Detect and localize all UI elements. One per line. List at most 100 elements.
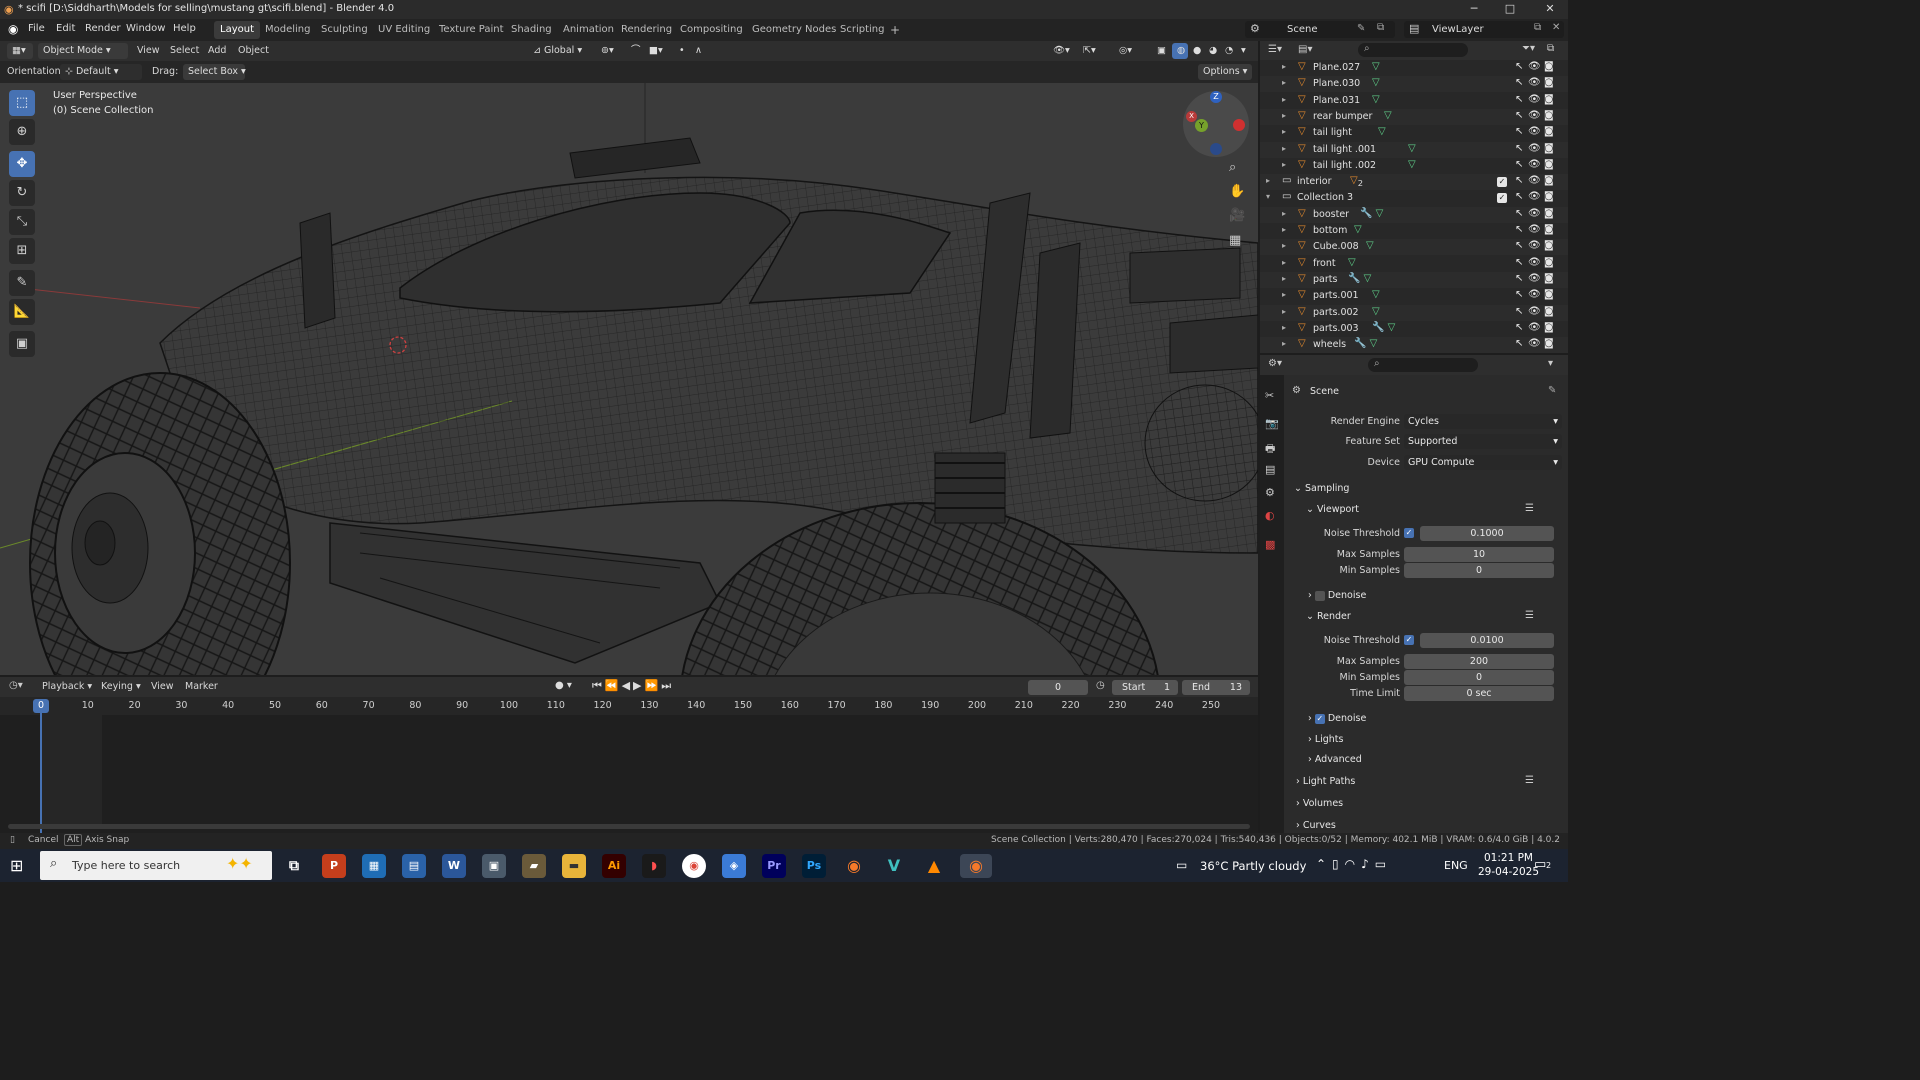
select-icon[interactable]: ↖: [1515, 273, 1523, 284]
render-subsection[interactable]: ⌄ Render: [1306, 611, 1351, 622]
r-noise-field[interactable]: 0.0100: [1420, 633, 1554, 648]
timeline-scrollbar[interactable]: [8, 824, 1250, 829]
playback-controls[interactable]: ⏮⏪◀▶⏩⏭: [592, 679, 674, 693]
camera-render-icon[interactable]: ◙: [1544, 159, 1554, 170]
windows-start-icon[interactable]: ⊞: [10, 856, 23, 875]
pictures-icon[interactable]: ▣: [482, 854, 506, 878]
chrome-icon[interactable]: ◉: [682, 854, 706, 878]
orientation-dropdown[interactable]: ⊹ Default ▾: [60, 64, 142, 80]
tab-compositing[interactable]: Compositing: [674, 21, 749, 39]
language-indicator[interactable]: ENG: [1444, 859, 1468, 872]
playhead[interactable]: 0: [33, 699, 49, 713]
camera-render-icon[interactable]: ◙: [1544, 94, 1554, 105]
vp-menu-add[interactable]: Add: [208, 45, 226, 56]
rotate-tool[interactable]: ↻: [9, 180, 35, 206]
camera-render-icon[interactable]: ◙: [1544, 306, 1554, 317]
select-icon[interactable]: ↖: [1515, 289, 1523, 300]
close-button[interactable]: ✕: [1532, 0, 1568, 19]
select-icon[interactable]: ↖: [1515, 208, 1523, 219]
tab-scripting[interactable]: Scripting: [834, 21, 890, 39]
output-tab-icon[interactable]: 🖶: [1265, 440, 1275, 459]
outliner-row[interactable]: ▸ ▽ tail light ▽ ↖ 👁 ◙: [1260, 125, 1568, 141]
select-icon[interactable]: ↖: [1515, 77, 1523, 88]
expand-arrow-icon[interactable]: ▸: [1282, 144, 1286, 153]
outliner-row[interactable]: ▸ ▽ tail light .002 ▽ ↖ 👁 ◙: [1260, 158, 1568, 174]
menu-help[interactable]: Help: [173, 23, 196, 34]
folder-app-icon[interactable]: ▰: [522, 854, 546, 878]
record-icon[interactable]: ● ▾: [555, 680, 572, 691]
eye-icon[interactable]: 👁: [1528, 77, 1541, 88]
outliner-row[interactable]: ▾ ▭ Collection 3 ✓ ↖ 👁 ◙: [1260, 190, 1568, 206]
light-paths-section[interactable]: › Light Paths: [1296, 776, 1355, 787]
timeline-area[interactable]: 10 20 30 40 50 60 70 80 90 100 110 120 130 140 150 160 1…: [0, 697, 1258, 833]
camera-render-icon[interactable]: ◙: [1544, 126, 1554, 137]
eye-icon[interactable]: 👁: [1528, 143, 1541, 154]
measure-tool[interactable]: 📐: [9, 299, 35, 325]
new-collection-icon[interactable]: ⧉: [1547, 43, 1554, 54]
expand-arrow-icon[interactable]: ▸: [1282, 62, 1286, 71]
tab-shading[interactable]: Shading: [505, 21, 558, 39]
substance-icon[interactable]: ◗: [642, 854, 666, 878]
end-frame-field[interactable]: End 13: [1182, 680, 1250, 695]
expand-arrow-icon[interactable]: ▸: [1282, 290, 1286, 299]
list-icon[interactable]: ☰: [1525, 503, 1534, 514]
expand-arrow-icon[interactable]: ▸: [1282, 127, 1286, 136]
vlc-icon[interactable]: ▲: [922, 854, 946, 878]
camera-render-icon[interactable]: ◙: [1544, 110, 1554, 121]
clock-time[interactable]: 01:21 PM: [1484, 852, 1533, 864]
camera-render-icon[interactable]: ◙: [1544, 208, 1554, 219]
snap-target-icon[interactable]: ■▾: [644, 43, 668, 59]
select-icon[interactable]: ↖: [1515, 126, 1523, 137]
transform-orientation-dropdown[interactable]: ⊿ Global ▾: [528, 43, 592, 59]
viewlayer-selector[interactable]: ▤ ViewLayer ⧉ ✕: [1404, 21, 1564, 38]
outliner-row[interactable]: ▸ ▽ tail light .001 ▽ ↖ 👁 ◙: [1260, 141, 1568, 158]
tab-sculpting[interactable]: Sculpting: [315, 21, 374, 39]
outliner-row[interactable]: ▸ ▽ rear bumper ▽ ↖ 👁 ◙: [1260, 108, 1568, 125]
gizmo-neg-x-icon[interactable]: [1233, 119, 1245, 131]
select-icon[interactable]: ↖: [1515, 306, 1523, 317]
eye-icon[interactable]: 👁: [1528, 306, 1541, 317]
view-layer-tab-icon[interactable]: ▤: [1265, 463, 1275, 476]
expand-arrow-icon[interactable]: ▸: [1282, 258, 1286, 267]
eye-icon[interactable]: 👁: [1528, 322, 1541, 333]
render-engine-dropdown[interactable]: Cycles ▾: [1404, 414, 1562, 429]
outliner-row[interactable]: ▸ ▭ interior ▽2 ✓ ↖ 👁 ◙: [1260, 174, 1568, 191]
expand-arrow-icon[interactable]: ▸: [1282, 307, 1286, 316]
texture-tab-icon[interactable]: ▩: [1265, 538, 1275, 551]
select-box-tool[interactable]: ⬚: [9, 90, 35, 116]
menu-edit[interactable]: Edit: [56, 23, 75, 34]
outliner-row[interactable]: ▸ ▽ parts.001 ▽ ↖ 👁 ◙: [1260, 288, 1568, 304]
timeline-menu-keying[interactable]: Keying ▾: [101, 681, 141, 692]
eye-icon[interactable]: 👁: [1528, 273, 1541, 284]
eye-icon[interactable]: 👁: [1528, 61, 1541, 72]
menu-render[interactable]: Render: [85, 23, 121, 34]
gizmo-y-icon[interactable]: Y: [1195, 119, 1208, 132]
powerpoint-icon[interactable]: P: [322, 854, 346, 878]
camera-render-icon[interactable]: ◙: [1544, 240, 1554, 251]
file-app-icon[interactable]: ▤: [402, 854, 426, 878]
select-icon[interactable]: ↖: [1515, 110, 1523, 121]
tab-layout[interactable]: Layout: [214, 21, 260, 39]
outliner-row[interactable]: ▸ ▽ parts.003 🔧 ▽ ↖ 👁 ◙: [1260, 321, 1568, 337]
notifications-icon[interactable]: ▭: [1534, 857, 1546, 872]
select-icon[interactable]: ↖: [1515, 257, 1523, 268]
add-cube-tool[interactable]: ▣: [9, 331, 35, 357]
drag-dropdown[interactable]: Select Box ▾: [183, 64, 246, 80]
render-tab-icon[interactable]: 📷: [1265, 417, 1279, 430]
camera-render-icon[interactable]: ◙: [1544, 61, 1554, 72]
tab-animation[interactable]: Animation: [557, 21, 620, 39]
eye-icon[interactable]: 👁: [1528, 257, 1541, 268]
camera-render-icon[interactable]: ◙: [1544, 273, 1554, 284]
file-explorer-icon[interactable]: ▬: [562, 854, 586, 878]
shading-options-icon[interactable]: ▾: [1236, 43, 1250, 59]
tool-tab-icon[interactable]: ✂: [1265, 389, 1274, 402]
expand-arrow-icon[interactable]: ▸: [1282, 160, 1286, 169]
outliner-row[interactable]: ▸ ▽ parts.002 ▽ ↖ 👁 ◙: [1260, 304, 1568, 321]
camera-render-icon[interactable]: ◙: [1544, 224, 1554, 235]
r-denoise-section[interactable]: › ✓ Denoise: [1308, 713, 1366, 724]
navigation-gizmo[interactable]: Z Y X: [1183, 91, 1249, 157]
expand-arrow-icon[interactable]: ▸: [1282, 95, 1286, 104]
camera-view-icon[interactable]: 🎥: [1229, 208, 1245, 223]
menu-file[interactable]: File: [28, 23, 45, 34]
outliner-row[interactable]: ▸ ▽ wheels 🔧 ▽ ↖ 👁 ◙: [1260, 337, 1568, 354]
